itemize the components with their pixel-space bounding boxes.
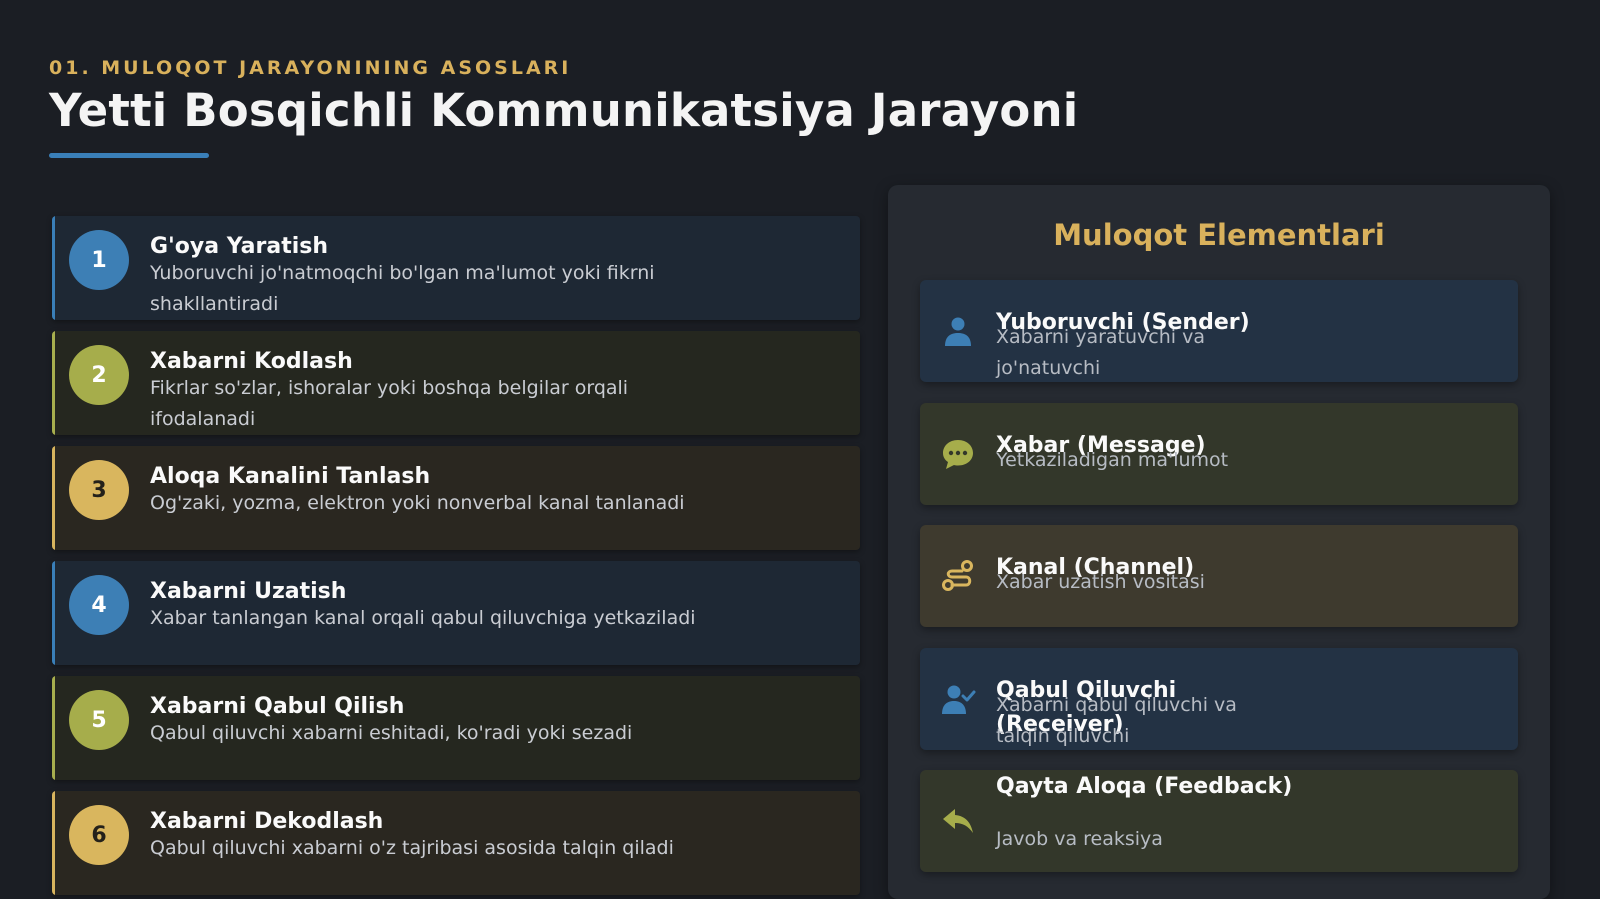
step-accent-bar [52,446,55,550]
step-description: Fikrlar so'zlar, ishoralar yoki boshqa b… [150,377,629,430]
step-description: Qabul qiluvchi xabarni eshitadi, ko'radi… [150,722,633,744]
step-card-4: 4 Xabarni Uzatish Xabar tanlangan kanal … [52,561,860,665]
step-accent-bar [52,676,55,780]
step-card-3: 3 Aloqa Kanalini Tanlash Og'zaki, yozma,… [52,446,860,550]
step-card-2: 2 Xabarni Kodlash Fikrlar so'zlar, ishor… [52,331,860,435]
element-card-receiver: Qabul Qiluvchi (Receiver) Xabarni qabul … [920,648,1518,750]
step-title: Xabarni Dekodlash [150,809,384,834]
element-description: Javob va reaksiya [996,828,1163,850]
step-number-badge: 3 [69,460,129,520]
step-accent-bar [52,331,55,435]
step-description: Xabar tanlangan kanal orqali qabul qiluv… [150,607,696,629]
step-number-badge: 1 [69,230,129,290]
step-title: Xabarni Uzatish [150,579,347,604]
step-description: Yuboruvchi jo'natmoqchi bo'lgan ma'lumot… [150,262,655,315]
step-number-badge: 2 [69,345,129,405]
step-title: Xabarni Qabul Qilish [150,694,405,719]
element-description: Xabar uzatish vositasi [996,571,1205,593]
step-number-badge: 6 [69,805,129,865]
elements-panel-title: Muloqot Elementlari [1053,218,1385,252]
element-card-channel: Kanal (Channel) Xabar uzatish vositasi [920,525,1518,627]
step-number-badge: 4 [69,575,129,635]
element-title: Qayta Aloqa (Feedback) [996,774,1293,799]
step-card-6: 6 Xabarni Dekodlash Qabul qiluvchi xabar… [52,791,860,895]
step-card-5: 5 Xabarni Qabul Qilish Qabul qiluvchi xa… [52,676,860,780]
element-card-feedback: Qayta Aloqa (Feedback) Javob va reaksiya [920,770,1518,872]
step-card-1: 1 G'oya Yaratish Yuboruvchi jo'natmoqchi… [52,216,860,320]
element-description: Xabarni yaratuvchi va jo'natuvchi [996,326,1205,379]
step-accent-bar [52,561,55,665]
element-card-message: Xabar (Message) Yetkaziladigan ma'lumot [920,403,1518,505]
page-title: Yetti Bosqichli Kommunikatsiya Jarayoni [49,84,1079,137]
step-description: Og'zaki, yozma, elektron yoki nonverbal … [150,492,685,514]
section-eyebrow: 01. MULOQOT JARAYONINING ASOSLARI [49,57,572,79]
step-title: Aloqa Kanalini Tanlash [150,464,431,489]
step-title: G'oya Yaratish [150,234,329,259]
user-icon [945,317,971,346]
element-card-sender: Yuboruvchi (Sender) Xabarni yaratuvchi v… [920,280,1518,382]
step-title: Xabarni Kodlash [150,349,353,374]
element-description: Xabarni qabul qiluvchi va talqin qiluvch… [996,694,1237,747]
user-check-icon [942,685,976,714]
element-description: Yetkaziladigan ma'lumot [996,449,1229,471]
process-steps-list: 1 G'oya Yaratish Yuboruvchi jo'natmoqchi… [52,216,860,899]
elements-panel: Muloqot Elementlari Yuboruvchi (Sender) … [888,185,1550,899]
step-number-badge: 5 [69,690,129,750]
route-icon [942,560,973,591]
chat-bubble-icon [943,440,973,469]
reply-icon [943,809,973,833]
step-accent-bar [52,791,55,895]
step-description: Qabul qiluvchi xabarni o'z tajribasi aso… [150,837,674,859]
title-underline [49,153,209,158]
step-accent-bar [52,216,55,320]
